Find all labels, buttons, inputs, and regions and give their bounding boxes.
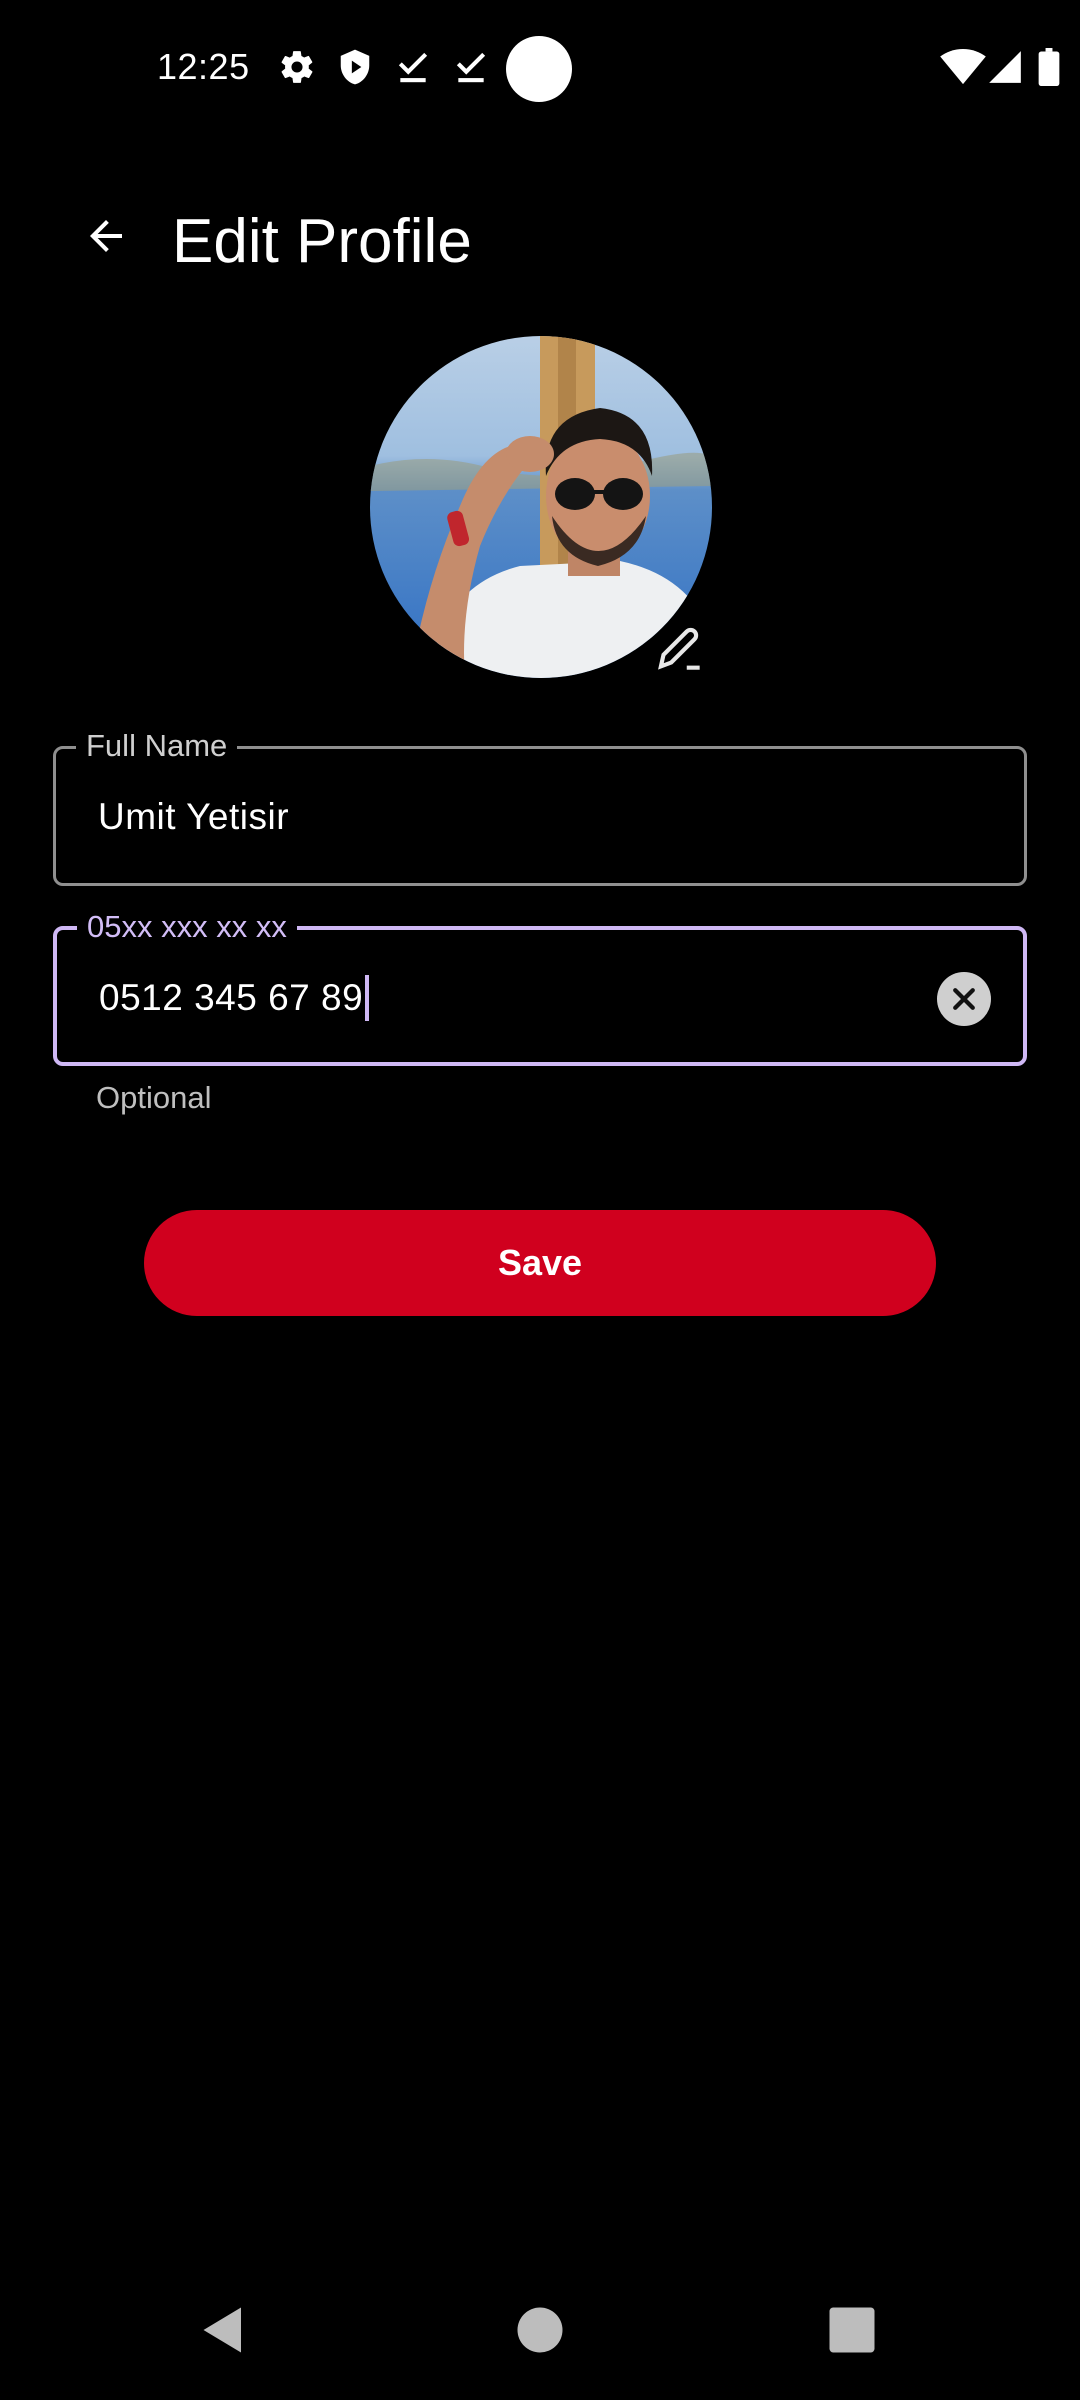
- full-name-value[interactable]: Umit Yetisir: [98, 793, 289, 841]
- cellular-signal-icon: [986, 48, 1024, 86]
- phone-helper-text: Optional: [96, 1080, 212, 1115]
- camera-cutout: [506, 36, 572, 102]
- nav-home-button[interactable]: [510, 2300, 570, 2360]
- wifi-icon: [940, 48, 986, 86]
- clear-icon: [953, 988, 975, 1010]
- settings-icon: [278, 48, 316, 86]
- battery-icon: [1038, 48, 1060, 86]
- back-button[interactable]: [70, 200, 142, 272]
- nav-back-button[interactable]: [196, 2300, 256, 2360]
- download-done-icon: [452, 48, 490, 86]
- nav-recents-icon: [829, 2307, 875, 2353]
- full-name-label: Full Name: [76, 723, 238, 769]
- edit-avatar-button[interactable]: [648, 616, 710, 678]
- phone-field[interactable]: 05xx xxx xx xx 0512 345 67 89: [53, 904, 1027, 1066]
- phone-input[interactable]: 0512 345 67 89: [99, 974, 370, 1022]
- status-bar: 12:25: [0, 0, 1080, 140]
- edit-pencil-icon: [658, 627, 700, 670]
- nav-recents-button[interactable]: [822, 2300, 882, 2360]
- nav-back-icon: [203, 2307, 241, 2353]
- save-button[interactable]: Save: [144, 1210, 936, 1316]
- page-title: Edit Profile: [172, 207, 472, 276]
- nav-home-icon: [517, 2307, 563, 2353]
- clear-phone-button[interactable]: [937, 972, 991, 1026]
- arrow-back-icon: [90, 220, 122, 252]
- status-time: 12:25: [157, 46, 250, 87]
- full-name-field[interactable]: Full Name Umit Yetisir: [53, 723, 1027, 886]
- shield-icon: [336, 48, 374, 86]
- text-cursor: [365, 975, 370, 1021]
- edit-profile-screen: 12:25 Edit Profile Full Name Umit Yetisi…: [0, 0, 1080, 2400]
- download-done-icon: [394, 48, 432, 86]
- phone-label: 05xx xxx xx xx: [77, 904, 297, 950]
- phone-value: 0512 345 67 89: [99, 977, 364, 1018]
